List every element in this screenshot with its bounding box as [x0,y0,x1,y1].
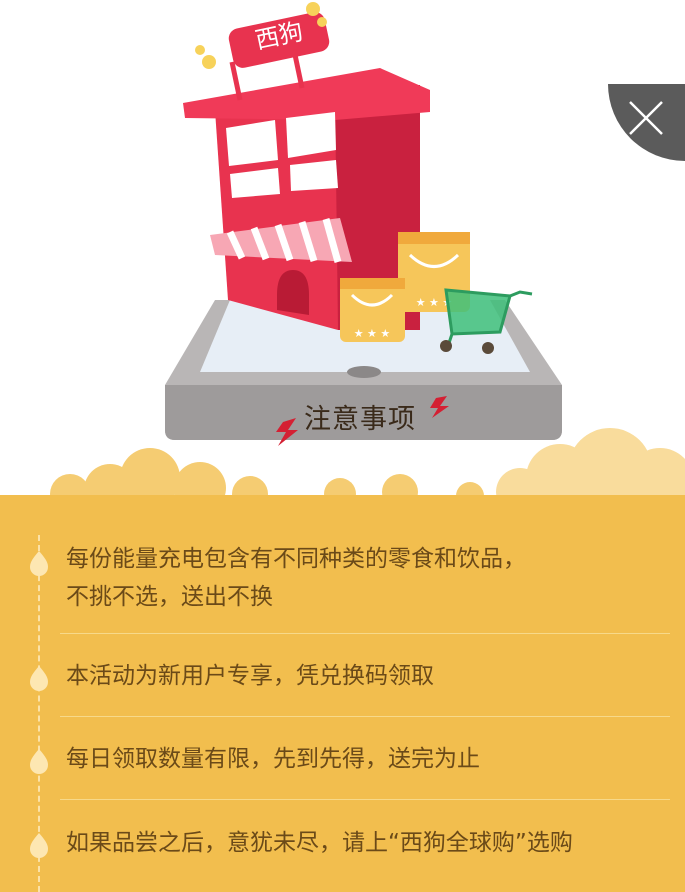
rule-1-line-2: 不挑不选，送出不换 [66,584,273,610]
divider [60,633,670,634]
drop-bullet-icon [30,551,48,576]
rule-item-1: 每份能量充电包含有不同种类的零食和饮品， 不挑不选，送出不换 [66,540,666,616]
rule-item-4: 如果品尝之后，意犹未尽，请上“西狗全球购”选购 [66,824,681,862]
rule-item-3: 每日领取数量有限，先到先得，送完为止 [66,740,666,778]
rule-1-line-1: 每份能量充电包含有不同种类的零食和饮品， [66,546,526,572]
svg-text:★ ★ ★: ★ ★ ★ [354,327,391,340]
drop-bullet-icon [30,749,48,774]
close-icon [629,101,663,135]
notice-title: 注意事项 [304,404,416,435]
rule-2-text: 本活动为新用户专享，凭兑换码领取 [66,663,434,689]
rule-3-text: 每日领取数量有限，先到先得，送完为止 [66,746,480,772]
rule-item-2: 本活动为新用户专享，凭兑换码领取 [66,657,666,695]
divider [60,716,670,717]
drop-bullet-icon [30,666,48,691]
divider [60,799,670,800]
drop-bullet-icon [30,833,48,858]
rule-4-text: 如果品尝之后，意犹未尽，请上“西狗全球购”选购 [66,830,573,856]
